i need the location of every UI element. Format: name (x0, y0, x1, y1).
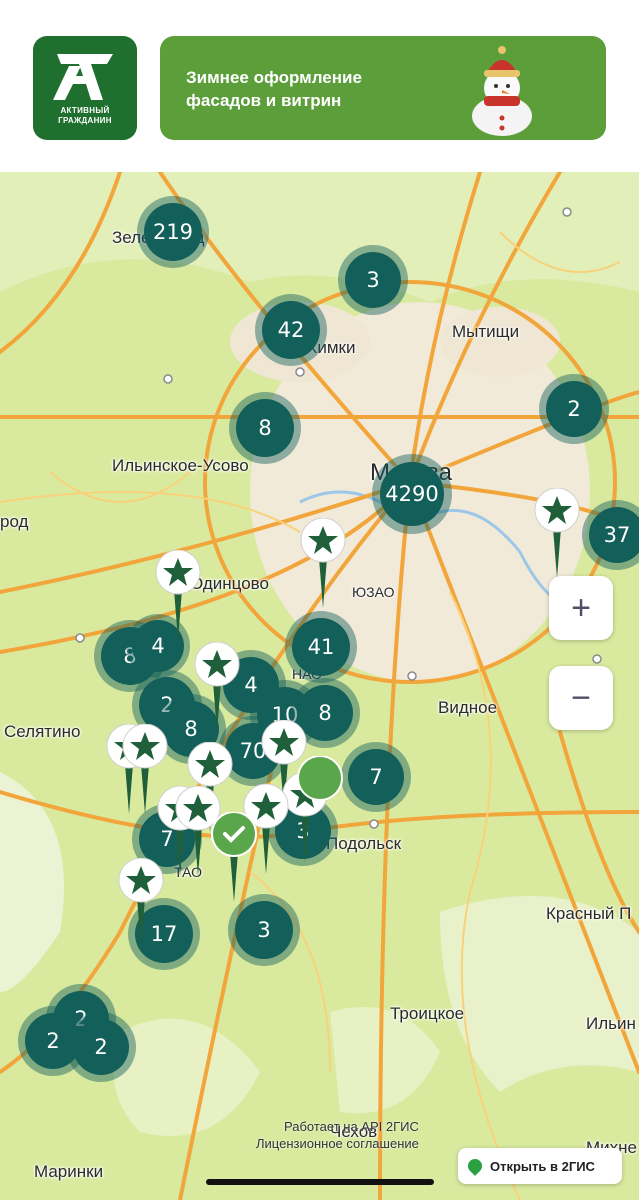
place-yuzao: ЮЗАО (352, 584, 395, 600)
cluster-marker[interactable]: 3 (338, 245, 408, 315)
zoom-in-button[interactable]: + (549, 576, 613, 640)
attribution-license[interactable]: Лицензионное соглашение (256, 1135, 419, 1152)
home-indicator (206, 1179, 434, 1185)
logo-caption: АКТИВНЫЙ ГРАЖДАНИН (58, 106, 112, 125)
cluster-marker[interactable]: 219 (137, 196, 209, 268)
map-view[interactable]: Зеленоград Химки Мытищи Ильинское-Усово … (0, 172, 639, 1200)
cluster-marker[interactable]: 8 (229, 392, 301, 464)
promo-banner[interactable]: Зимнее оформление фасадов и витрин (160, 36, 606, 140)
place-ilyin: Ильин (586, 1014, 636, 1033)
active-citizen-logo[interactable]: АКТИВНЫЙ ГРАЖДАНИН (33, 36, 137, 140)
place-troitskoe: Троицкое (390, 1004, 465, 1023)
open-in-2gis-button[interactable]: Открыть в 2ГИС (458, 1148, 622, 1184)
logo-a-icon (53, 54, 113, 100)
star-pin-icon[interactable] (299, 518, 347, 614)
banner-text: Зимнее оформление фасадов и витрин (186, 68, 362, 110)
check-pin-icon[interactable] (296, 756, 344, 852)
cluster-marker[interactable]: 42 (255, 294, 327, 366)
place-selyatino: Селятино (4, 722, 81, 741)
cluster-marker[interactable]: 2 (539, 374, 609, 444)
2gis-pin-icon (465, 1156, 485, 1176)
star-pin-icon[interactable] (533, 488, 581, 584)
star-pin-icon[interactable] (154, 550, 202, 646)
place-vidnoe: Видное (438, 698, 498, 717)
cluster-marker[interactable]: 4290 (372, 454, 452, 534)
open-2gis-label: Открыть в 2ГИС (490, 1158, 595, 1174)
cluster-marker[interactable]: 7 (341, 742, 411, 812)
place-marinki: Маринки (34, 1162, 104, 1181)
cluster-marker[interactable]: 41 (285, 611, 357, 683)
map-attribution[interactable]: Работает на API 2ГИС Лицензионное соглаш… (256, 1118, 419, 1152)
place-mytishchi: Мытищи (452, 322, 520, 341)
cluster-marker[interactable]: 2 (66, 1012, 136, 1082)
place-ilinskoe: Ильинское-Усово (112, 456, 249, 475)
attribution-api[interactable]: Работает на API 2ГИС (256, 1118, 419, 1135)
app-header: АКТИВНЫЙ ГРАЖДАНИН Зимнее оформление фас… (0, 0, 639, 172)
snowman-icon (472, 46, 532, 136)
place-gorod: род (0, 512, 29, 531)
star-pin-icon[interactable] (193, 642, 241, 738)
check-pin-icon[interactable] (210, 812, 258, 908)
star-pin-icon[interactable] (117, 858, 165, 954)
place-krasny: Красный П (546, 904, 632, 923)
zoom-out-button[interactable]: − (549, 666, 613, 730)
